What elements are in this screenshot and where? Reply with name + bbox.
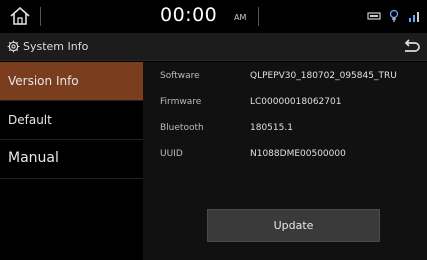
sidebar-item-manual[interactable]: Manual bbox=[0, 140, 143, 179]
info-row-software: Software QLPEPV30_180702_095845_TRU bbox=[143, 64, 427, 90]
info-label: UUID bbox=[160, 149, 183, 159]
clock-time: 00:00 bbox=[160, 4, 218, 26]
info-value: QLPEPV30_180702_095845_TRU bbox=[250, 71, 397, 81]
status-bar: 00:00 AM bbox=[0, 0, 427, 33]
info-row-bluetooth: Bluetooth 180515.1 bbox=[143, 116, 427, 142]
update-button-label: Update bbox=[273, 219, 314, 232]
back-icon[interactable] bbox=[401, 38, 421, 56]
sidebar-item-label: Manual bbox=[8, 150, 59, 166]
title-bar: System Info bbox=[0, 33, 427, 61]
info-label: Bluetooth bbox=[160, 123, 204, 133]
info-value: LC00000018062701 bbox=[250, 97, 342, 107]
sidebar: Version Info Default Manual bbox=[0, 62, 143, 260]
signal-icon bbox=[409, 12, 419, 22]
status-divider bbox=[40, 7, 41, 26]
status-divider bbox=[258, 7, 259, 26]
info-row-firmware: Firmware LC00000018062701 bbox=[143, 90, 427, 116]
page-title: System Info bbox=[23, 40, 89, 53]
version-info-panel: Software QLPEPV30_180702_095845_TRU Firm… bbox=[143, 62, 427, 260]
sidebar-item-label: Version Info bbox=[8, 74, 79, 88]
info-label: Firmware bbox=[160, 97, 202, 107]
clock-ampm: AM bbox=[234, 13, 247, 22]
info-row-uuid: UUID N1088DME00500000 bbox=[143, 142, 427, 168]
sidebar-item-version-info[interactable]: Version Info bbox=[0, 62, 143, 101]
info-label: Software bbox=[160, 71, 200, 81]
sidebar-item-label: Default bbox=[8, 113, 52, 127]
home-icon[interactable] bbox=[8, 5, 32, 27]
usb-icon bbox=[367, 12, 381, 20]
info-value: 180515.1 bbox=[250, 123, 293, 133]
info-value: N1088DME00500000 bbox=[250, 149, 346, 159]
status-icons bbox=[367, 9, 421, 23]
gear-icon bbox=[7, 40, 20, 53]
sidebar-item-default[interactable]: Default bbox=[0, 101, 143, 140]
update-button[interactable]: Update bbox=[207, 209, 380, 242]
bluetooth-audio-icon bbox=[389, 9, 399, 22]
